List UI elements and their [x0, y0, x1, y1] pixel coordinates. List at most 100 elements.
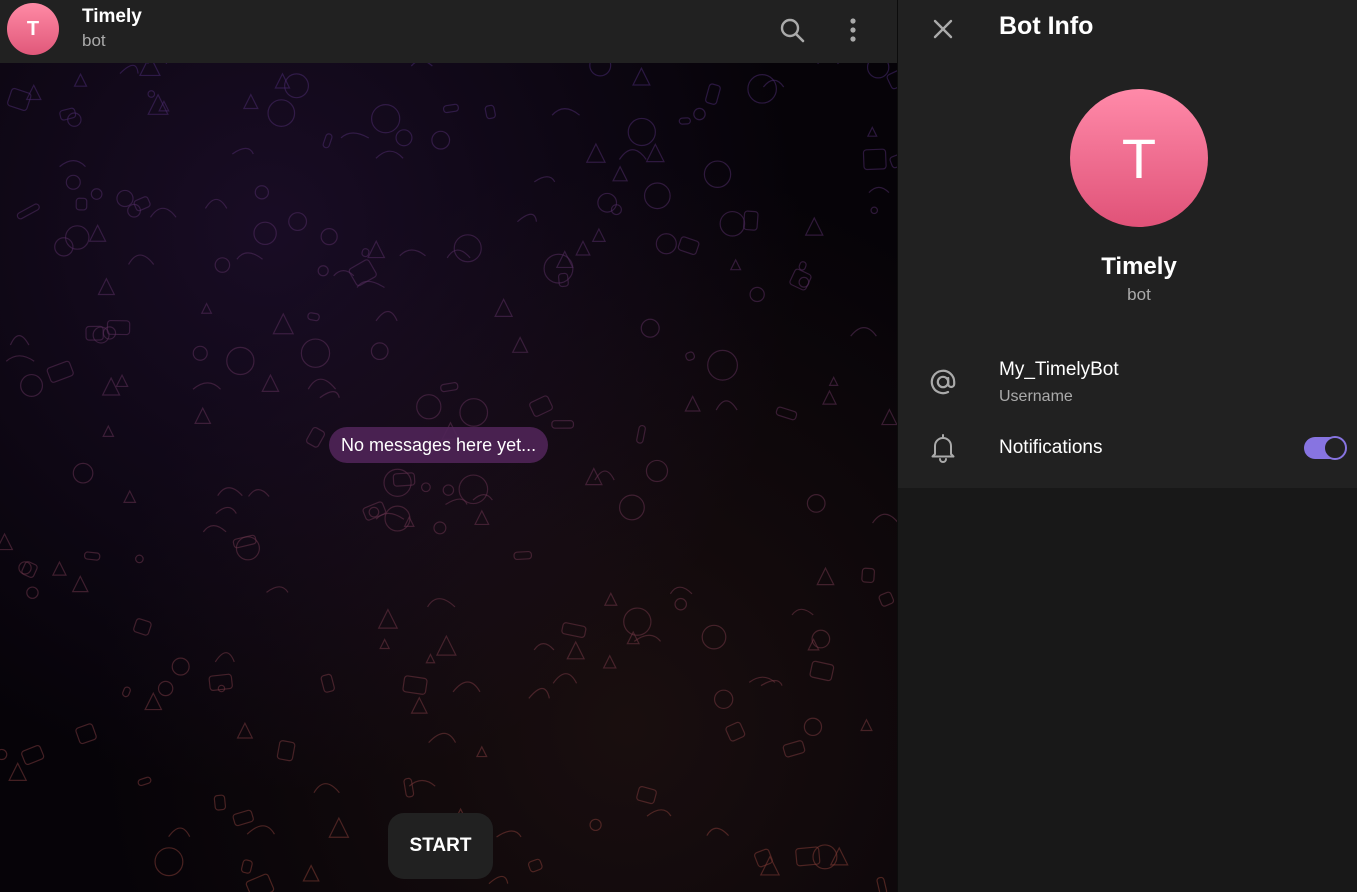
wallpaper-doodle [627, 117, 656, 147]
wallpaper-doodle [371, 104, 401, 134]
wallpaper-doodle [168, 827, 191, 838]
wallpaper-doodle [317, 265, 329, 277]
wallpaper-doodle [591, 227, 607, 242]
wallpaper-doodle [194, 406, 212, 424]
wallpaper-doodle [475, 745, 488, 758]
wallpaper-doodle [59, 160, 86, 168]
wallpaper-doodle [817, 63, 839, 65]
wallpaper-doodle [442, 103, 459, 114]
wallpaper-doodle [589, 818, 602, 832]
wallpaper-doodle [122, 686, 131, 698]
notifications-row[interactable]: Notifications [898, 425, 1357, 473]
wallpaper-doodle [254, 185, 269, 200]
wallpaper-doodle [561, 622, 587, 639]
wallpaper-doodle [200, 302, 213, 314]
wallpaper-doodle [645, 459, 669, 483]
wallpaper-doodle [302, 864, 320, 882]
notifications-toggle[interactable] [1304, 436, 1347, 460]
wallpaper-doodle [594, 470, 615, 481]
wallpaper-doodle [276, 740, 296, 762]
wallpaper-doodle [133, 618, 152, 636]
wallpaper-doodle [566, 640, 586, 660]
wallpaper-doodle [886, 66, 897, 90]
wallpaper-doodle [85, 325, 104, 341]
wallpaper-doodle [119, 64, 139, 74]
wallpaper-doodle [9, 335, 30, 346]
wallpaper-doodle [674, 597, 688, 611]
wallpaper-doodle [511, 336, 529, 353]
bot-subtitle: bot [1127, 285, 1151, 304]
wallpaper-doodle [245, 873, 275, 892]
bot-info-card: Bot Info T Timely bot My_TimelyBot Usern… [898, 0, 1357, 488]
chat-title[interactable]: Timely [82, 6, 142, 28]
wallpaper-doodle [97, 277, 116, 296]
wallpaper-doodle [139, 63, 161, 77]
wallpaper-doodle [494, 298, 514, 317]
wallpaper-doodle [328, 816, 350, 838]
wallpaper-doodle [128, 254, 155, 265]
wallpaper-doodle [472, 494, 493, 501]
start-button[interactable]: START [388, 813, 493, 879]
wallpaper-doodle [474, 509, 490, 526]
wallpaper-doodle [147, 90, 156, 98]
wallpaper-doodle [878, 591, 895, 607]
wallpaper-doodle [575, 240, 591, 256]
toggle-knob [1323, 436, 1347, 460]
wallpaper-doodle [367, 239, 386, 259]
wallpaper-doodle [26, 586, 39, 599]
username-value: My_TimelyBot [999, 359, 1119, 380]
username-label: Username [999, 388, 1073, 405]
wallpaper-doodle [157, 680, 174, 697]
chat-avatar[interactable]: T [7, 3, 59, 55]
username-row[interactable]: My_TimelyBot Username [898, 356, 1357, 412]
wallpaper-doodles [0, 63, 897, 892]
close-button[interactable] [926, 12, 960, 46]
wallpaper-doodle [375, 150, 404, 159]
chat-area: T Timely bot No messages here yet... STA… [0, 0, 897, 892]
wallpaper-doodle [725, 721, 746, 742]
wallpaper-doodle [775, 406, 798, 421]
wallpaper-doodle [399, 249, 426, 257]
wallpaper-doodle [488, 875, 509, 885]
wallpaper-doodle [685, 351, 696, 361]
wallpaper-doodle [623, 607, 652, 636]
wallpaper-doodle [115, 373, 129, 388]
wallpaper-doodle [715, 400, 738, 411]
wallpaper-doodle [862, 148, 887, 171]
wallpaper-doodle [379, 638, 391, 650]
empty-chat-notice: No messages here yet... [329, 427, 549, 463]
wallpaper-doodle [742, 210, 759, 231]
wallpaper-doodle [552, 673, 578, 684]
wallpaper-doodle [636, 424, 646, 444]
wallpaper-doodle [816, 566, 835, 586]
chat-subtitle: bot [82, 31, 106, 50]
wallpaper-doodle [288, 212, 308, 232]
wallpaper-doodle [204, 198, 228, 209]
wallpaper-doodle [253, 221, 277, 246]
search-button[interactable] [775, 13, 809, 47]
wallpaper-doodle [528, 687, 550, 699]
wallpaper-doodle [678, 117, 691, 125]
wallpaper-doodle [791, 608, 814, 616]
wallpaper-doodle [435, 634, 457, 656]
wallpaper-doodle [603, 591, 618, 606]
search-icon [780, 18, 805, 43]
wallpaper-doodle [551, 108, 580, 116]
wallpaper-doodle [533, 643, 555, 651]
wallpaper-doodle [133, 196, 151, 212]
wallpaper-doodle [214, 652, 235, 663]
wallpaper-doodle [102, 424, 115, 437]
wallpaper-doodle [747, 73, 777, 104]
wallpaper-doodle [215, 506, 237, 515]
wallpaper-doodle [51, 560, 67, 576]
wallpaper-doodle [171, 657, 190, 676]
wallpaper-doodle [433, 521, 447, 535]
wallpaper-doodle [861, 567, 876, 584]
wallpaper-doodle [213, 794, 227, 811]
bot-avatar[interactable]: T [1070, 89, 1208, 227]
wallpaper-doodle [425, 653, 436, 664]
wallpaper-doodle [149, 207, 177, 218]
more-button[interactable] [836, 13, 870, 47]
wallpaper-doodle [0, 748, 8, 761]
wallpaper-doodle [529, 395, 553, 417]
